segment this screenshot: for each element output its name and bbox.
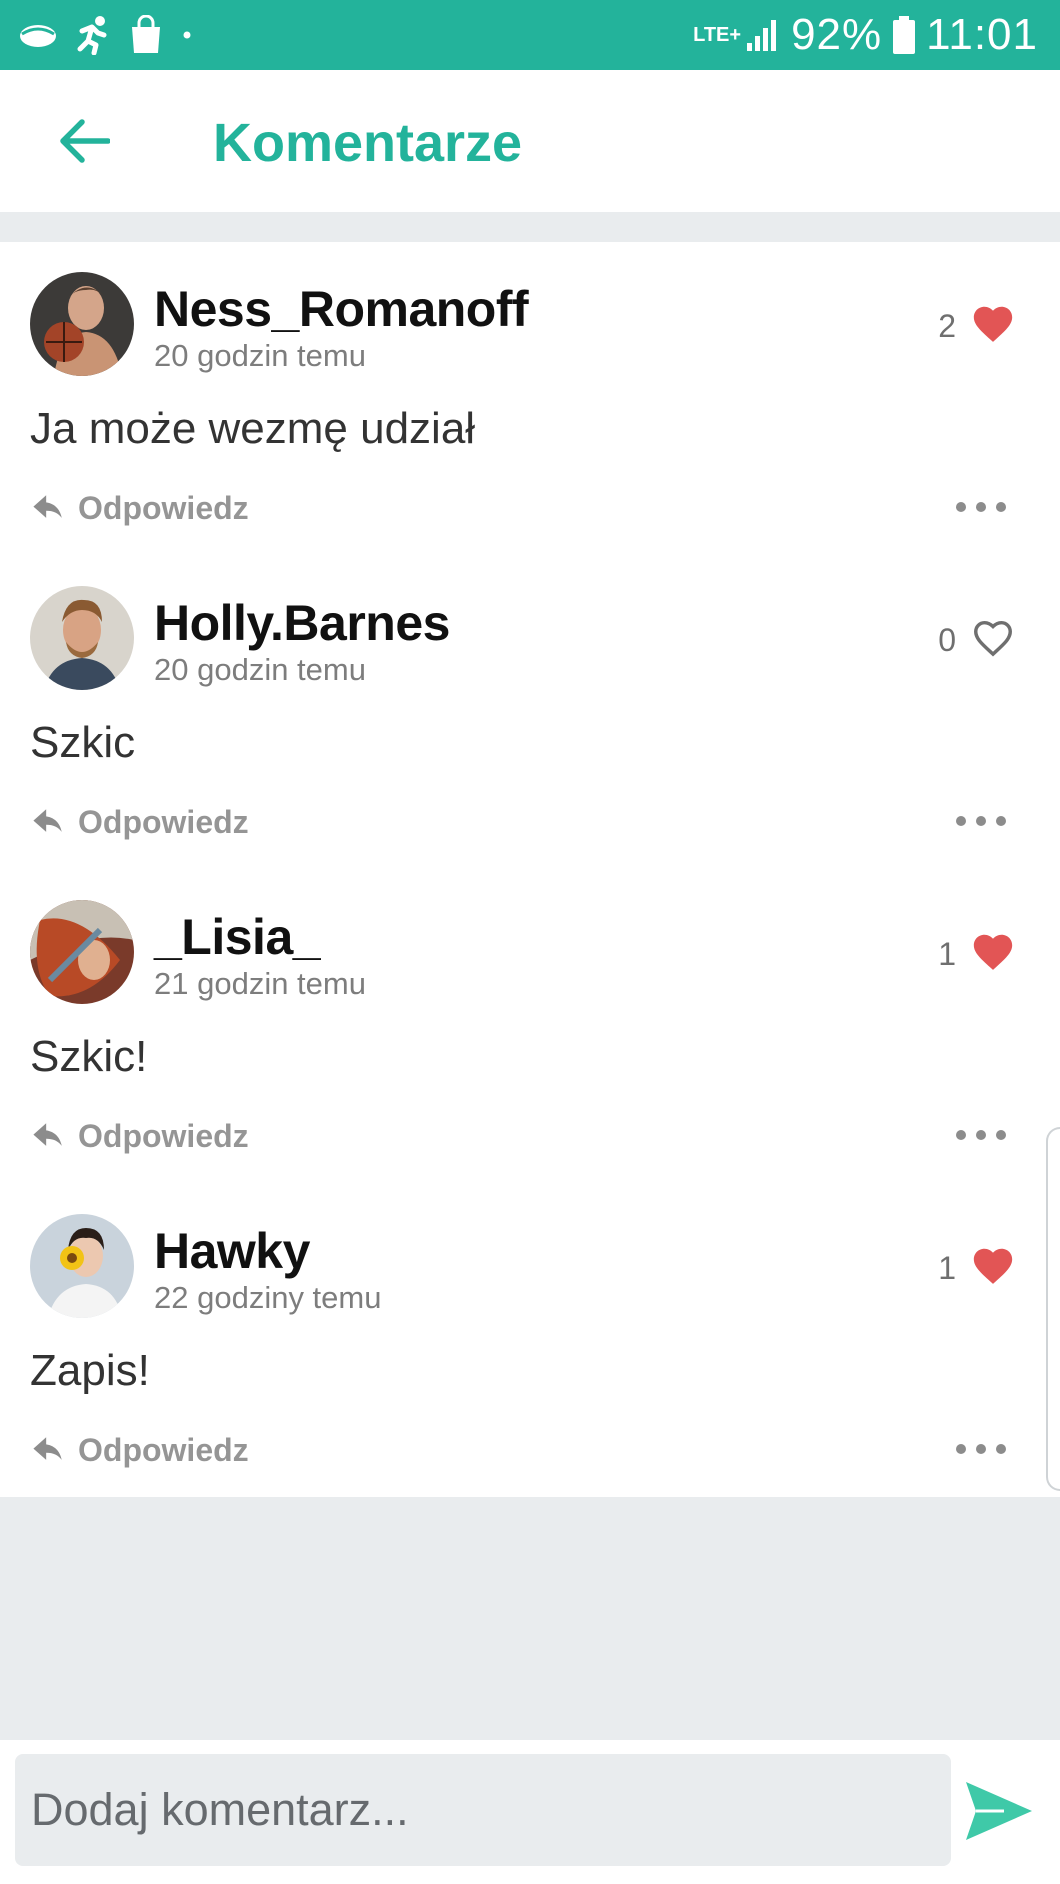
comment-username[interactable]: Ness_Romanoff (154, 280, 529, 338)
app-bar: Komentarze (0, 70, 1060, 212)
heart-filled-icon (973, 1248, 1013, 1284)
network-type: LTE+ (693, 24, 742, 46)
reply-label: Odpowiedz (78, 489, 249, 526)
comment-text: Zapis! (30, 1346, 150, 1395)
reply-label: Odpowiedz (78, 1431, 249, 1468)
more-dot (956, 502, 966, 512)
reply-button[interactable]: Odpowiedz (32, 486, 249, 530)
more-options-button[interactable] (956, 1122, 1006, 1148)
more-options-button[interactable] (956, 808, 1006, 834)
reply-icon (33, 1437, 62, 1460)
running-person-icon (74, 15, 112, 55)
scrollbar[interactable] (1046, 1127, 1060, 1491)
more-dot (956, 816, 966, 826)
reply-label: Odpowiedz (78, 803, 249, 840)
back-button[interactable] (52, 116, 116, 166)
reply-icon (33, 809, 62, 832)
arrow-left-icon (60, 119, 110, 163)
like-count: 0 (938, 622, 956, 658)
more-dot (996, 1444, 1006, 1454)
more-dot (976, 816, 986, 826)
comment-item: Holly.Barnes 20 godzin temu 0 Szkic Odpo… (0, 556, 1060, 870)
more-dot (996, 502, 1006, 512)
comment-time: 21 godzin temu (154, 966, 366, 1001)
more-options-button[interactable] (956, 1436, 1006, 1462)
more-dot (976, 1130, 986, 1140)
send-button[interactable] (964, 1778, 1034, 1844)
more-dot (976, 502, 986, 512)
avatar[interactable] (30, 272, 134, 376)
header-divider (0, 212, 1060, 242)
battery-icon (892, 15, 916, 55)
avatar[interactable] (30, 1214, 134, 1318)
empty-area (0, 1497, 1060, 1740)
comment-item: _Lisia_ 21 godzin temu 1 Szkic! Odpowied… (0, 870, 1060, 1184)
comment-username[interactable]: Holly.Barnes (154, 594, 450, 652)
comment-username[interactable]: _Lisia_ (154, 908, 321, 966)
avatar[interactable] (30, 586, 134, 690)
comment-composer (0, 1740, 1060, 1884)
comment-text: Szkic! (30, 1032, 148, 1081)
heart-filled-icon (973, 934, 1013, 970)
status-bar: LTE+ 92% 11:01 (0, 0, 1060, 70)
shopping-bag-icon (128, 15, 164, 55)
send-icon (966, 1782, 1032, 1840)
status-left (18, 15, 194, 55)
like-count: 1 (938, 1250, 956, 1286)
like-button[interactable] (970, 1243, 1016, 1289)
like-count: 1 (938, 936, 956, 972)
dot-icon (180, 28, 194, 42)
page-title: Komentarze (213, 113, 523, 173)
more-dot (996, 1130, 1006, 1140)
more-dot (956, 1130, 966, 1140)
like-button[interactable] (970, 301, 1016, 347)
more-dot (996, 816, 1006, 826)
comment-time: 20 godzin temu (154, 338, 366, 373)
reply-icon (33, 1123, 62, 1146)
comment-item: Ness_Romanoff 20 godzin temu 2 Ja może w… (0, 242, 1060, 556)
comment-time: 22 godziny temu (154, 1280, 382, 1315)
more-dot (956, 1444, 966, 1454)
comment-list: Ness_Romanoff 20 godzin temu 2 Ja może w… (0, 242, 1060, 1497)
battery-percent: 92% (791, 10, 883, 59)
clock: 11:01 (926, 10, 1038, 59)
reply-button[interactable]: Odpowiedz (32, 800, 249, 844)
comment-time: 20 godzin temu (154, 652, 366, 687)
reply-button[interactable]: Odpowiedz (32, 1114, 249, 1158)
cloud-notification-icon (18, 20, 58, 50)
more-dot (976, 1444, 986, 1454)
comment-item: Hawky 22 godziny temu 1 Zapis! Odpowiedz (0, 1184, 1060, 1498)
heart-filled-icon (973, 306, 1013, 342)
heart-outline-icon (974, 620, 1012, 657)
reply-button[interactable]: Odpowiedz (32, 1428, 249, 1472)
comment-text: Ja może wezmę udział (30, 404, 476, 453)
avatar[interactable] (30, 900, 134, 1004)
status-right: LTE+ 92% 11:01 (693, 10, 1038, 60)
comment-username[interactable]: Hawky (154, 1222, 310, 1280)
more-options-button[interactable] (956, 494, 1006, 520)
comment-input[interactable] (15, 1754, 951, 1866)
like-button[interactable] (970, 929, 1016, 975)
like-count: 2 (938, 308, 956, 344)
like-button[interactable] (970, 615, 1016, 661)
signal-icon (745, 17, 781, 53)
comment-text: Szkic (30, 718, 136, 767)
reply-label: Odpowiedz (78, 1117, 249, 1154)
reply-icon (33, 495, 62, 518)
